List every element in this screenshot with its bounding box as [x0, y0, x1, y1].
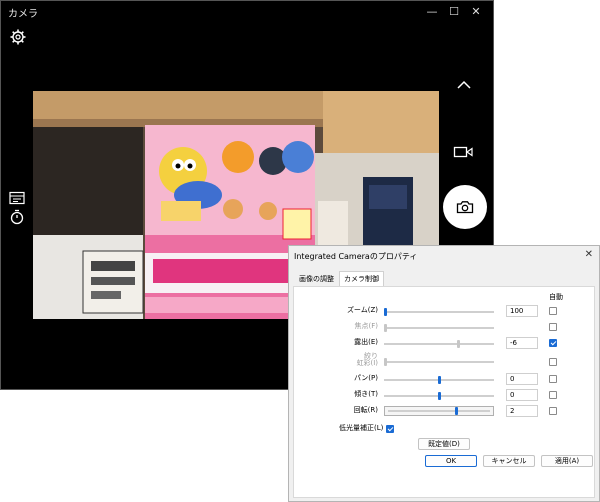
pan-slider[interactable]: [384, 376, 494, 384]
slider-thumb: [384, 324, 387, 332]
timer-icon[interactable]: [9, 209, 25, 225]
gear-icon[interactable]: [10, 29, 26, 45]
slider-thumb[interactable]: [457, 340, 460, 348]
tab-image-adjust[interactable]: 画像の調整: [294, 271, 339, 287]
roll-auto-checkbox[interactable]: [549, 407, 557, 415]
camera-icon: [456, 201, 474, 214]
close-button[interactable]: ✕: [465, 1, 487, 21]
pan-value[interactable]: 0: [506, 373, 538, 385]
tilt-row: 傾き(T) 0: [294, 389, 594, 403]
dialog-title: Integrated Cameraのプロパティ: [294, 252, 418, 261]
iris-label: 絞り 虹彩(I): [356, 352, 378, 367]
roll-value[interactable]: 2: [506, 405, 538, 417]
hdr-icon[interactable]: [9, 191, 25, 205]
zoom-value[interactable]: 100: [506, 305, 538, 317]
zoom-auto-checkbox[interactable]: [549, 307, 557, 315]
photo-capture-button[interactable]: [443, 185, 487, 229]
roll-row: 回転(R) 2: [294, 405, 594, 419]
roll-slider[interactable]: [384, 406, 494, 416]
chevron-up-icon[interactable]: [455, 79, 473, 91]
focus-slider: [384, 324, 494, 332]
low-light-label: 低光量補正(L): [339, 424, 384, 432]
dialog-tabs: 画像の調整 カメラ制御: [294, 271, 384, 287]
cancel-button[interactable]: キャンセル: [483, 455, 535, 467]
zoom-slider[interactable]: [384, 308, 494, 316]
slider-thumb[interactable]: [438, 392, 441, 400]
low-light-checkbox[interactable]: [386, 425, 394, 433]
slider-thumb[interactable]: [384, 308, 387, 316]
exposure-auto-checkbox[interactable]: [549, 339, 557, 347]
tab-camera-control[interactable]: カメラ制御: [339, 271, 384, 287]
slider-thumb[interactable]: [455, 407, 458, 415]
exposure-slider[interactable]: [384, 340, 494, 348]
video-mode-icon[interactable]: [453, 145, 473, 159]
tilt-slider[interactable]: [384, 392, 494, 400]
low-light-row: 低光量補正(L): [294, 423, 594, 437]
exposure-row: 露出(E) -6: [294, 337, 594, 351]
iris-auto-checkbox[interactable]: [549, 358, 557, 366]
roll-label: 回転(R): [353, 406, 378, 414]
iris-slider: [384, 358, 494, 366]
exposure-label: 露出(E): [354, 338, 378, 346]
pan-label: パン(P): [353, 374, 378, 382]
window-title: カメラ: [8, 9, 38, 20]
focus-auto-checkbox[interactable]: [549, 323, 557, 331]
auto-column-header: 自動: [549, 293, 563, 301]
exposure-value[interactable]: -6: [506, 337, 538, 349]
slider-thumb: [384, 358, 387, 366]
focus-row: 焦点(F): [294, 321, 594, 335]
slider-thumb[interactable]: [438, 376, 441, 384]
pan-row: パン(P) 0: [294, 373, 594, 387]
ok-button[interactable]: OK: [425, 455, 477, 467]
window-controls: — ☐ ✕: [421, 1, 487, 21]
zoom-label: ズーム(Z): [346, 306, 378, 314]
minimize-button[interactable]: —: [421, 1, 443, 21]
maximize-button[interactable]: ☐: [443, 1, 465, 21]
apply-button[interactable]: 適用(A): [541, 455, 593, 467]
zoom-row: ズーム(Z) 100: [294, 305, 594, 319]
tilt-label: 傾き(T): [354, 390, 378, 398]
iris-row: 絞り 虹彩(I): [294, 353, 594, 371]
focus-label: 焦点(F): [354, 322, 379, 330]
pan-auto-checkbox[interactable]: [549, 375, 557, 383]
camera-properties-dialog: Integrated Cameraのプロパティ ✕ 画像の調整 カメラ制御 自動…: [288, 245, 600, 502]
dialog-close-button[interactable]: ✕: [585, 249, 593, 260]
tilt-value[interactable]: 0: [506, 389, 538, 401]
tilt-auto-checkbox[interactable]: [549, 391, 557, 399]
default-button[interactable]: 既定値(D): [418, 438, 470, 450]
